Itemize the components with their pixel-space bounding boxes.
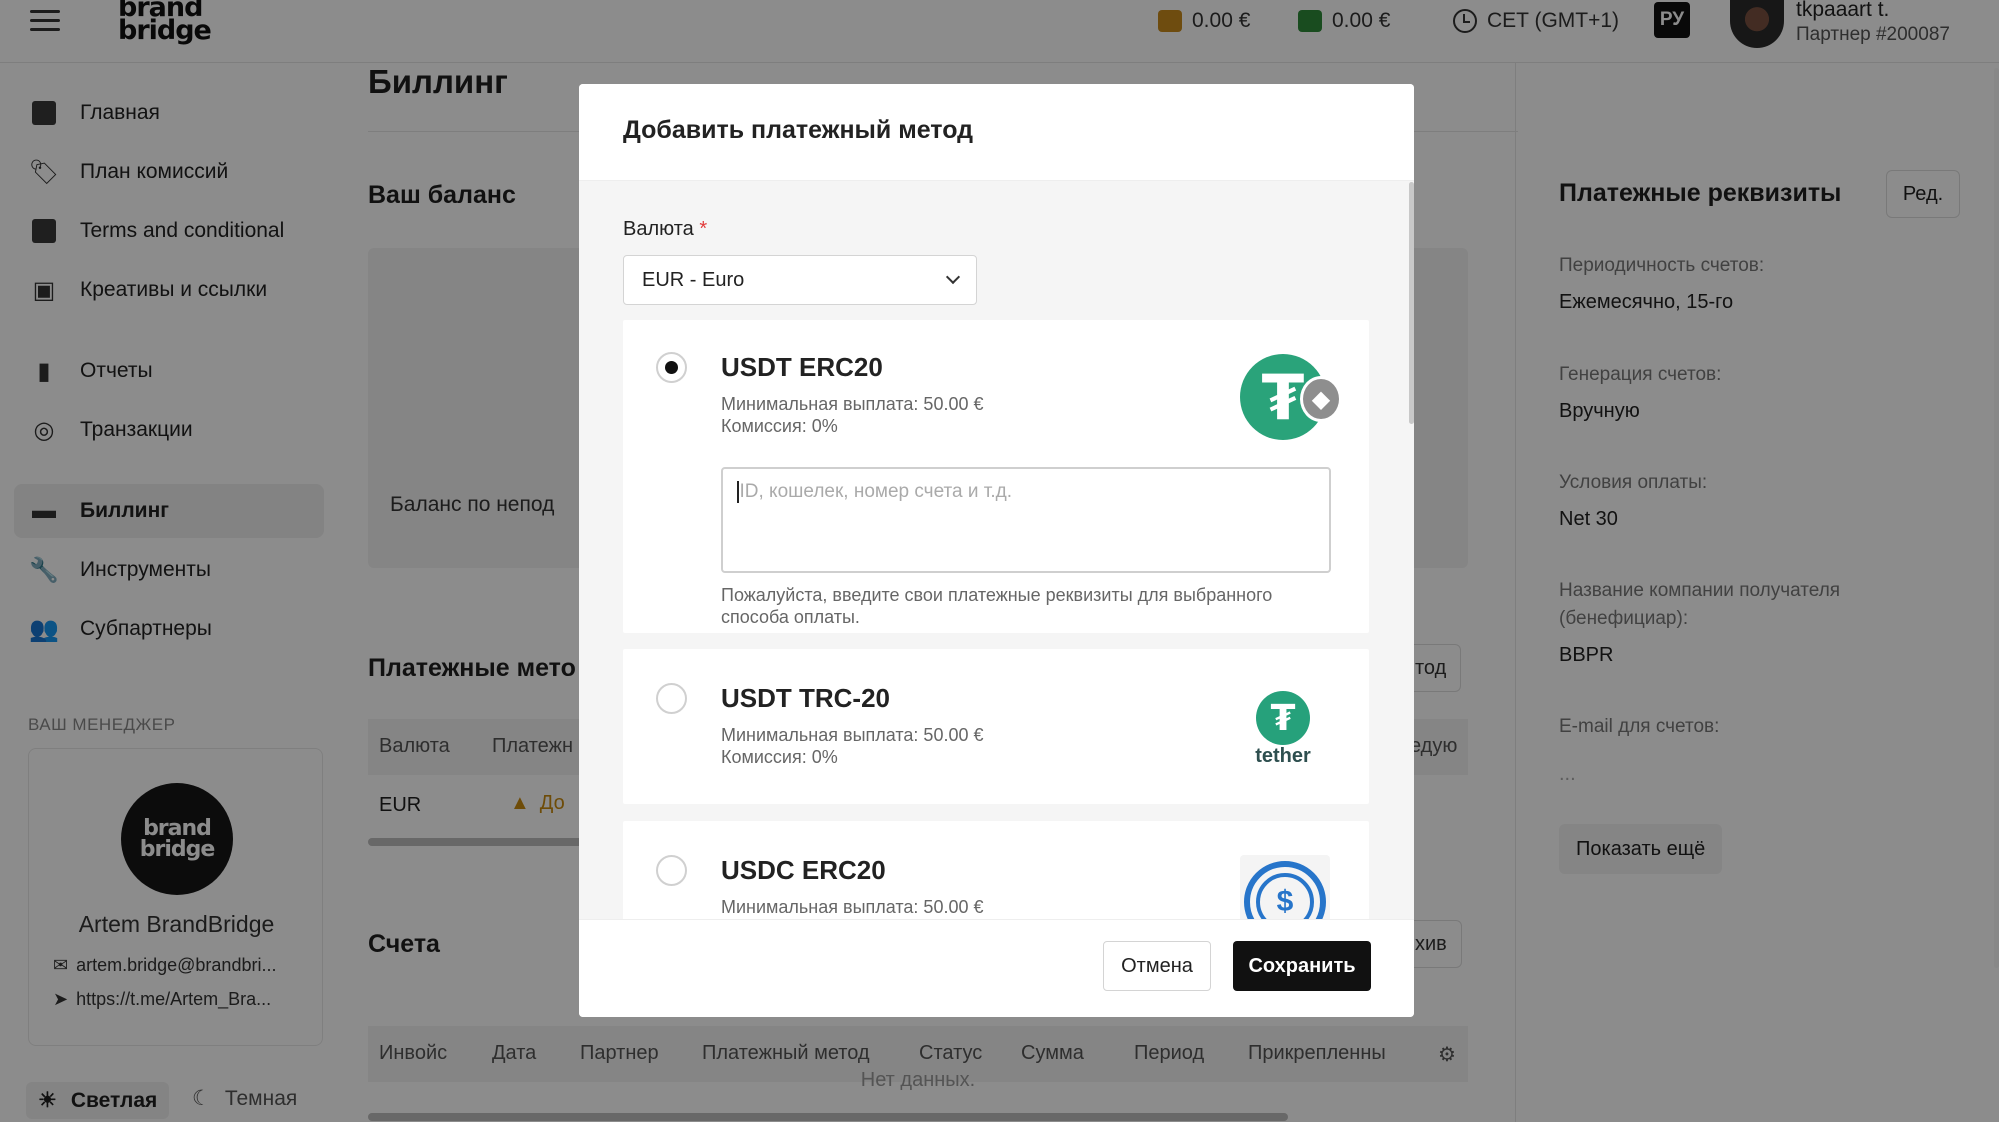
add-payment-method-modal: Добавить платежный метод Валюта * EUR - … [579, 84, 1414, 1017]
tether-eth-logo: ₮ ◆ [1240, 354, 1342, 442]
currency-label: Валюта * [623, 218, 708, 240]
modal-body: Валюта * EUR - Euro USDT ERC20 Минимальн… [579, 181, 1414, 919]
radio-usdc-erc20[interactable] [656, 855, 687, 886]
modal-footer: Отмена Сохранить [579, 919, 1414, 1017]
radio-usdt-trc20[interactable] [656, 683, 687, 714]
modal-title: Добавить платежный метод [623, 116, 974, 144]
cancel-button[interactable]: Отмена [1103, 941, 1211, 991]
payment-option-usdc-erc20[interactable]: USDC ERC20 Минимальная выплата: 50.00 € … [623, 821, 1369, 919]
modal-scrollbar[interactable] [1409, 182, 1414, 424]
page-scrollbar[interactable] [1994, 68, 1999, 968]
ethereum-icon: ◆ [1300, 376, 1342, 422]
payment-option-usdt-trc20[interactable]: USDT TRC-20 Минимальная выплата: 50.00 €… [623, 649, 1369, 804]
payment-option-usdt-erc20[interactable]: USDT ERC20 Минимальная выплата: 50.00 € … [623, 320, 1369, 633]
payment-details-input[interactable]: ID, кошелек, номер счета и т.д. [721, 467, 1331, 573]
modal-header: Добавить платежный метод [579, 84, 1414, 181]
currency-select[interactable]: EUR - Euro [623, 255, 977, 305]
radio-usdt-erc20[interactable] [656, 352, 687, 383]
save-button[interactable]: Сохранить [1233, 941, 1371, 991]
chevron-down-icon [945, 269, 961, 285]
usdc-logo: $ [1240, 855, 1330, 919]
tether-logo: ₮ tether [1242, 691, 1336, 779]
payment-details-hint: Пожалуйста, введите свои платежные рекви… [721, 585, 1273, 627]
